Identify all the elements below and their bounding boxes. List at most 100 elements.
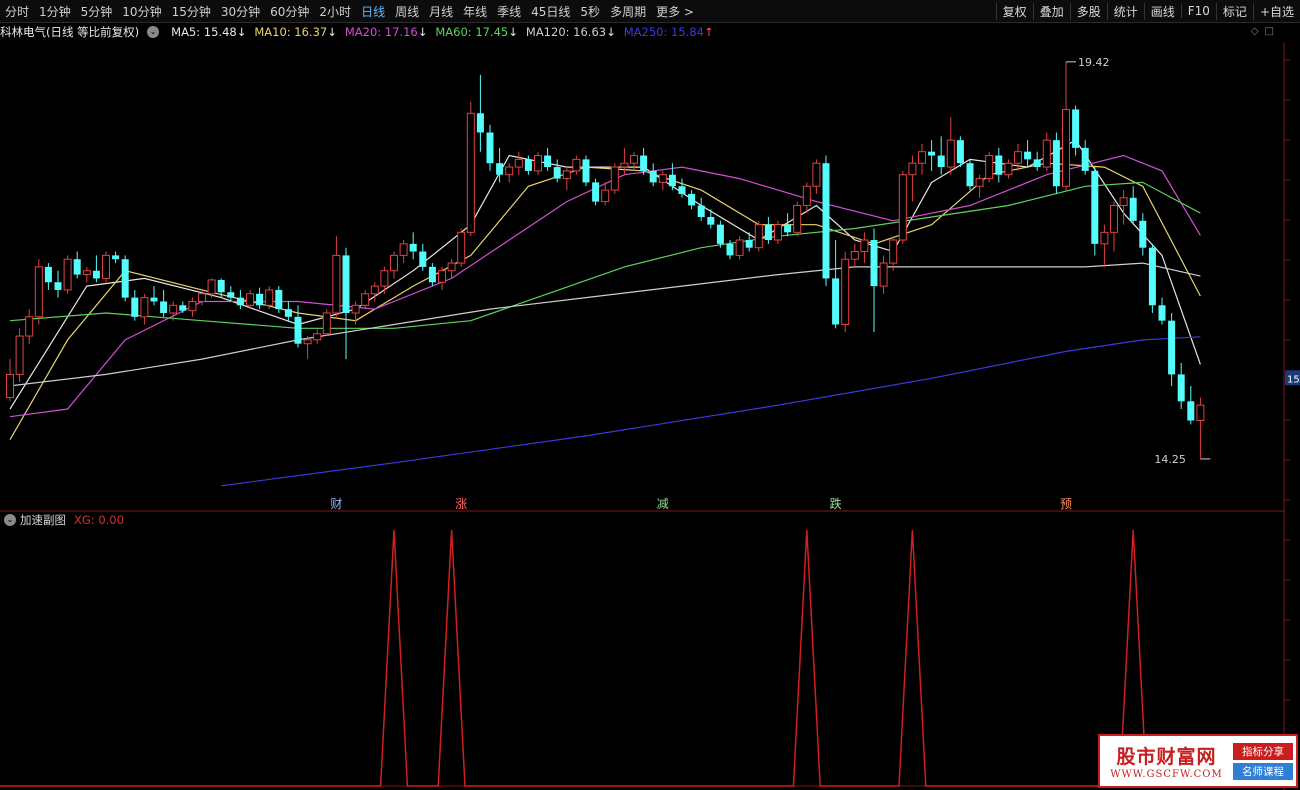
candle-body	[620, 162, 629, 168]
candle-body	[946, 139, 955, 168]
candle-body	[25, 316, 34, 337]
candle-body	[169, 304, 178, 314]
candle-body	[496, 163, 504, 175]
candle-body	[1139, 220, 1147, 248]
candle-body	[1014, 151, 1022, 164]
candle-body	[1110, 204, 1118, 233]
ma-line-ma120	[9, 262, 1201, 387]
candle-body	[332, 254, 341, 314]
candle-body	[399, 243, 408, 256]
candle-body	[966, 163, 974, 187]
candle-body	[707, 216, 715, 225]
candle-body	[937, 155, 945, 168]
candlesticks	[6, 61, 1205, 459]
candle-body	[409, 243, 417, 252]
candle-body	[1119, 197, 1128, 206]
candle-body	[275, 289, 283, 310]
candle-body	[898, 174, 907, 241]
candle-body	[1081, 147, 1089, 171]
candle-body	[150, 297, 158, 302]
candle-body	[640, 155, 648, 171]
candle-body	[34, 266, 43, 318]
candle-body	[1168, 320, 1176, 375]
candle-body	[879, 262, 888, 287]
candle-body	[227, 292, 235, 298]
candle-body	[630, 155, 638, 164]
watermark-tag-share: 指标分享	[1233, 742, 1293, 760]
candle-body	[390, 254, 398, 272]
candle-body	[303, 339, 312, 345]
candle-body	[188, 300, 197, 312]
price-label: 19.42	[1078, 56, 1110, 69]
xg-label: XG: 0.00	[74, 513, 124, 527]
watermark-logo: 股市财富网 WWW.GSCFW.COM 指标分享 名师课程	[1098, 734, 1298, 788]
candle-body	[6, 373, 14, 398]
candle-body	[850, 251, 859, 260]
candle-body	[697, 205, 705, 217]
candle-body	[419, 251, 427, 267]
candle-body	[351, 304, 360, 314]
candle-body	[774, 224, 782, 241]
candle-body	[102, 254, 110, 279]
candle-body	[447, 262, 456, 272]
candle-body	[179, 305, 187, 311]
candle-body	[1100, 231, 1109, 245]
candle-body	[802, 185, 811, 206]
candle-body	[754, 224, 763, 249]
candle-body	[784, 224, 792, 233]
candle-body	[284, 309, 292, 317]
watermark-brand-area: 股市财富网 WWW.GSCFW.COM	[1100, 736, 1233, 786]
candle-body	[121, 259, 129, 298]
candle-body	[928, 151, 936, 156]
candle-body	[956, 140, 964, 164]
candle-body	[582, 159, 590, 183]
sub-chart-info: ⌄ 加速副图 XG: 0.00	[0, 512, 124, 528]
candle-body	[1062, 108, 1070, 187]
ma-line-ma250	[221, 336, 1201, 487]
chart-canvas: 15 19.42 14.25 财 涨 减 跌 预	[0, 42, 1300, 790]
candle-body	[572, 158, 581, 172]
candle-body	[688, 193, 696, 206]
chart-frame: 15	[0, 42, 1300, 790]
candle-body	[246, 293, 254, 306]
ma-line-ma5	[9, 139, 1201, 410]
candle-body	[370, 285, 379, 295]
candle-body	[505, 166, 514, 176]
candle-body	[1148, 247, 1156, 306]
candle-body	[812, 162, 821, 187]
candle-body	[995, 155, 1003, 175]
watermark-tags: 指标分享 名师课程	[1233, 736, 1296, 786]
candle-body	[486, 132, 494, 164]
candle-body	[841, 258, 850, 326]
candle-body	[975, 178, 984, 187]
candle-body	[658, 174, 667, 183]
candle-body	[342, 255, 350, 313]
candle-body	[601, 189, 610, 203]
candle-body	[256, 293, 264, 306]
candle-body	[466, 112, 475, 233]
candle-body	[322, 312, 331, 335]
candle-body	[534, 155, 542, 172]
candle-body	[860, 239, 869, 253]
candle-body	[44, 266, 52, 283]
candle-body	[112, 255, 120, 260]
candle-body	[553, 167, 561, 179]
candle-body	[918, 151, 926, 164]
candle-body	[985, 155, 994, 180]
candle-body	[908, 162, 917, 176]
candle-body	[822, 163, 830, 279]
signal-marker: 涨	[455, 496, 467, 511]
candle-body	[870, 240, 878, 287]
sub-toggle-icon[interactable]: ⌄	[4, 514, 16, 526]
candle-body	[832, 278, 840, 325]
candle-body	[1158, 305, 1166, 321]
candle-body	[1042, 139, 1051, 168]
candle-body	[1004, 162, 1013, 176]
watermark-brand: 股市财富网	[1116, 746, 1217, 768]
signal-markers: 财涨减跌预	[330, 496, 1072, 511]
candle-body	[889, 239, 898, 264]
candle-body	[428, 266, 436, 283]
candle-body	[313, 333, 322, 341]
signal-marker: 预	[1060, 497, 1072, 511]
candle-body	[592, 182, 600, 202]
